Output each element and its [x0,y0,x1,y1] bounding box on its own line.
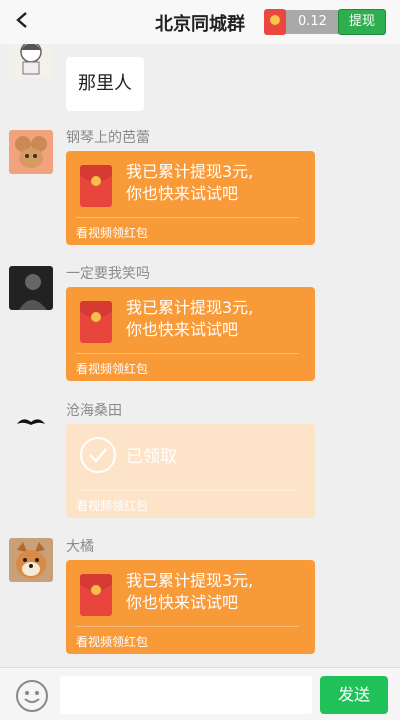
claimed-status: 已领取 [126,447,177,467]
red-packet-footer: 看视频领红包 [76,499,149,513]
red-packet-text: 我已累计提现3元, 你也快来试试吧 [126,162,254,203]
message-input[interactable] [60,676,312,714]
red-envelope-icon [80,165,112,207]
red-packet-footer: 看视频领红包 [76,635,149,649]
red-packet-icon [264,9,286,35]
balance-value: 0.12 [298,14,327,29]
avatar[interactable] [9,266,53,310]
withdraw-button[interactable]: 提现 [338,9,386,35]
red-packet-message[interactable]: 我已累计提现3元, 你也快来试试吧 看视频领红包 [66,560,315,654]
text-message: 那里人 [66,57,144,111]
sender-name: 钢琴上的芭蕾 [66,130,150,146]
red-packet-message[interactable]: 我已累计提现3元, 你也快来试试吧 看视频领红包 [66,287,315,381]
divider [76,626,299,627]
red-packet-message[interactable]: 我已累计提现3元, 你也快来试试吧 看视频领红包 [66,151,315,245]
sender-name: 大橘 [66,539,94,555]
send-button[interactable]: 发送 [320,676,388,714]
red-envelope-icon [80,301,112,343]
avatar[interactable] [9,130,53,174]
divider [76,217,299,218]
avatar[interactable] [9,402,53,446]
emoji-icon[interactable] [16,680,48,712]
sender-name: 沧海桑田 [66,403,122,419]
avatar[interactable] [9,538,53,582]
divider [76,353,299,354]
input-bar: 发送 [0,667,400,720]
wallet-widget[interactable]: 0.12 提现 [264,9,386,35]
red-packet-claimed[interactable]: 已领取 看视频领红包 [66,424,315,518]
red-packet-text: 我已累计提现3元, 你也快来试试吧 [126,571,254,612]
red-packet-text: 我已累计提现3元, 你也快来试试吧 [126,298,254,339]
divider [76,490,299,491]
check-circle-icon [80,437,116,473]
top-bar: 北京同城群 0.12 提现 [0,0,400,44]
sender-name: 一定要我笑吗 [66,266,150,282]
red-envelope-icon [80,574,112,616]
red-packet-footer: 看视频领红包 [76,226,149,240]
red-packet-footer: 看视频领红包 [76,362,149,376]
